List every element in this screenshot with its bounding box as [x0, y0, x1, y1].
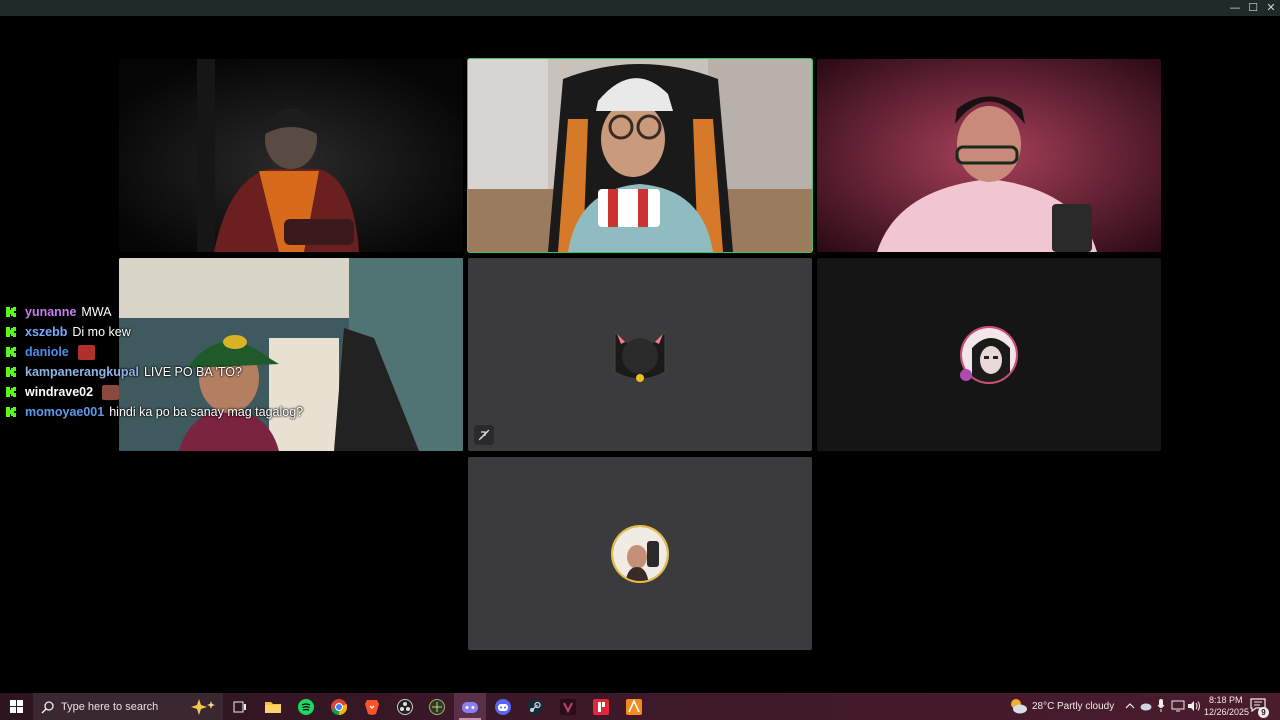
chat-message: daniole [6, 342, 336, 362]
file-explorer-icon[interactable] [257, 693, 289, 720]
photo-avatar [611, 524, 669, 583]
weather-temperature[interactable]: 28°C [1032, 701, 1054, 712]
chat-overlay: yunanne MWA xszebb Di mo kew daniole kam… [6, 302, 336, 422]
network-cloud-icon[interactable] [1140, 700, 1152, 712]
maximize-button[interactable]: ☐ [1244, 1, 1262, 15]
chat-username: yunanne [25, 305, 77, 319]
illustrator-icon[interactable] [618, 693, 650, 720]
kick-icon [6, 387, 16, 397]
taskbar: Type here to search 28°C Partly cloudy 8… [0, 693, 1280, 720]
clock-date[interactable]: 12/26/2025 [1204, 707, 1249, 717]
chat-message: momoyae001 hindi ka po ba sanay mag taga… [6, 402, 336, 422]
chat-username: daniole [25, 345, 69, 359]
close-button[interactable]: ✕ [1262, 1, 1280, 15]
video-tile-middle-center[interactable] [468, 258, 812, 451]
chat-emote [102, 384, 120, 400]
notification-count-badge: 9 [1258, 707, 1269, 718]
sparkle-icon [191, 698, 215, 715]
kick-icon [6, 407, 16, 417]
video-tile-top-left[interactable] [119, 59, 463, 252]
chat-emote [77, 344, 95, 360]
search-placeholder: Type here to search [61, 700, 159, 713]
chat-username: windrave02 [25, 385, 94, 399]
minimize-button[interactable]: — [1226, 1, 1244, 15]
chevron-up-icon[interactable] [1125, 702, 1135, 710]
video-tile-top-center[interactable] [467, 58, 813, 253]
brave-icon[interactable] [356, 693, 388, 720]
chat-username: xszebb [25, 325, 68, 339]
chat-text: Di mo kew [72, 325, 131, 339]
network-icon[interactable] [1171, 700, 1185, 712]
weather-partly-cloudy-icon[interactable] [1008, 697, 1028, 715]
chrome-icon[interactable] [323, 693, 355, 720]
task-view-icon[interactable] [224, 693, 256, 720]
chat-message: kampanerangkupal LIVE PO BA 'TO? [6, 362, 336, 382]
chat-message: windrave02 [6, 382, 336, 402]
vegas-icon[interactable] [552, 693, 584, 720]
camera-feed [817, 59, 1161, 252]
search-icon [41, 700, 54, 714]
app-icon[interactable] [421, 693, 453, 720]
steam-icon[interactable] [519, 693, 551, 720]
kick-icon [6, 347, 16, 357]
discord-ptb-icon[interactable] [454, 693, 486, 720]
spotify-icon[interactable] [290, 693, 322, 720]
microphone-icon[interactable] [1157, 699, 1165, 713]
clock-time[interactable]: 8:18 PM [1209, 695, 1243, 705]
kick-icon [6, 327, 16, 337]
notification-center-icon[interactable]: 9 [1250, 698, 1269, 718]
weather-condition[interactable]: Partly cloudy [1057, 701, 1114, 712]
camera-off-icon [474, 425, 494, 445]
chat-username: momoyae001 [25, 405, 105, 419]
chat-message: xszebb Di mo kew [6, 322, 336, 342]
camera-feed [468, 59, 812, 252]
chat-username: kampanerangkupal [25, 365, 139, 379]
video-tile-middle-right[interactable] [817, 258, 1161, 451]
video-tile-top-right[interactable] [817, 59, 1161, 252]
volume-icon[interactable] [1187, 700, 1201, 712]
video-tile-bottom-center[interactable] [468, 457, 812, 650]
chat-message: yunanne MWA [6, 302, 336, 322]
status-badge [960, 369, 972, 381]
creative-app-icon[interactable] [585, 693, 617, 720]
kick-icon [6, 367, 16, 377]
obs-icon[interactable] [389, 693, 421, 720]
chat-text: hindi ka po ba sanay mag tagalog? [109, 405, 304, 419]
window-titlebar: — ☐ ✕ [0, 0, 1280, 16]
chat-text: LIVE PO BA 'TO? [143, 365, 242, 379]
taskbar-search-input[interactable]: Type here to search [33, 693, 223, 720]
chat-text: MWA [81, 305, 112, 319]
windows-start-icon[interactable] [0, 693, 32, 720]
camera-feed [119, 59, 463, 252]
black-cat-avatar [611, 326, 669, 384]
discord-icon[interactable] [487, 693, 519, 720]
kick-icon [6, 307, 16, 317]
